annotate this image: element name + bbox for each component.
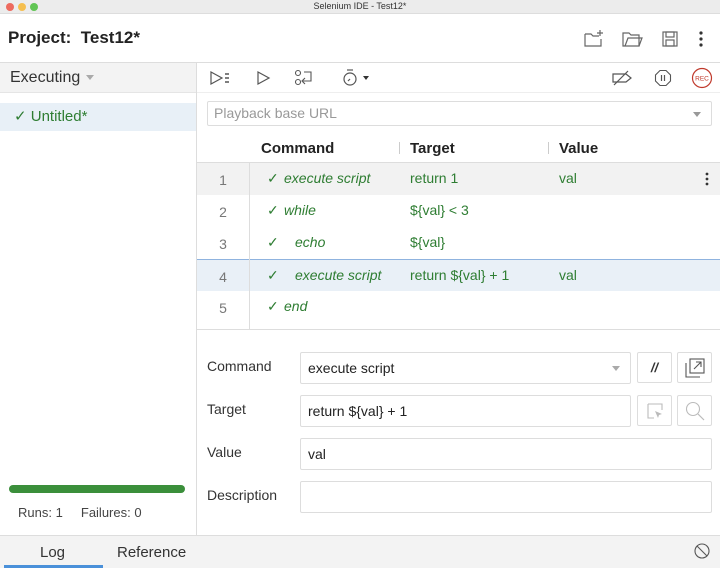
column-divider[interactable] <box>399 142 400 154</box>
comment-toggle-button[interactable]: // <box>637 352 672 383</box>
check-icon: ✓ <box>267 202 279 218</box>
run-current-test-icon[interactable] <box>253 67 273 89</box>
dropdown-label: Executing <box>10 69 81 86</box>
test-sidebar: Executing ✓ Untitled* Runs: 1 Failures: … <box>0 63 197 535</box>
column-header-command: Command <box>261 140 335 157</box>
record-button[interactable]: REC <box>691 67 713 89</box>
playback-base-url-input[interactable]: Playback base URL <box>207 101 712 126</box>
row-number: 3 <box>219 236 227 252</box>
row-number: 1 <box>219 172 227 188</box>
minimize-window-button[interactable] <box>18 3 26 11</box>
run-stats: Runs: 1 Failures: 0 <box>18 505 142 520</box>
row-target: return ${val} + 1 <box>410 267 510 283</box>
row-more-options-icon[interactable] <box>704 171 710 190</box>
table-row-selected[interactable]: 4 ✓ execute script return ${val} + 1 val <box>197 259 720 291</box>
test-filter-dropdown[interactable]: Executing <box>0 63 196 93</box>
tab-reference[interactable]: Reference <box>117 544 186 561</box>
value-label: Value <box>207 444 242 460</box>
test-item-untitled[interactable]: ✓ Untitled* <box>0 103 196 131</box>
tab-log[interactable]: Log <box>40 544 65 561</box>
target-value: return ${val} + 1 <box>308 403 408 419</box>
project-header: Project: Test12* <box>0 14 720 63</box>
row-command: end <box>284 298 308 314</box>
table-row[interactable]: 2 ✓ while ${val} < 3 <box>197 195 720 227</box>
open-project-icon[interactable] <box>620 27 644 51</box>
target-input[interactable]: return ${val} + 1 <box>300 395 631 427</box>
row-command: execute script <box>295 267 382 283</box>
description-label: Description <box>207 487 278 503</box>
save-project-icon[interactable] <box>658 27 682 51</box>
check-icon: ✓ <box>267 170 279 186</box>
bottom-panel: Log Reference <box>0 535 720 568</box>
test-editor-panel: REC Playback base URL Command Target Val… <box>197 63 720 535</box>
chevron-down-icon[interactable] <box>693 112 701 117</box>
row-number: 2 <box>219 204 227 220</box>
command-value: execute script <box>308 360 395 376</box>
command-editor: Command execute script // Target return … <box>197 331 720 535</box>
row-target: return 1 <box>410 170 459 186</box>
more-options-icon[interactable] <box>689 27 713 51</box>
new-project-icon[interactable] <box>582 27 606 51</box>
failures-count: Failures: 0 <box>80 505 142 520</box>
comment-label: // <box>650 360 659 375</box>
window-titlebar: Selenium IDE - Test12* <box>0 0 720 14</box>
playback-toolbar: REC <box>197 63 720 93</box>
row-number-gutter <box>249 163 250 330</box>
close-window-button[interactable] <box>6 3 14 11</box>
check-icon: ✓ <box>267 234 279 250</box>
command-table-body: 1 ✓ execute script return 1 val 2 ✓ whil… <box>197 163 720 330</box>
project-title: Project: Test12* <box>8 28 140 48</box>
column-header-target: Target <box>410 140 455 157</box>
row-value: val <box>559 267 577 283</box>
row-number: 4 <box>219 269 227 285</box>
step-over-icon[interactable] <box>293 67 315 89</box>
check-icon: ✓ <box>14 108 27 125</box>
find-target-icon[interactable] <box>677 395 712 426</box>
command-label: Command <box>207 358 272 374</box>
command-select[interactable]: execute script <box>300 352 631 384</box>
check-icon: ✓ <box>267 267 279 283</box>
target-label: Target <box>207 401 246 417</box>
column-divider[interactable] <box>548 142 549 154</box>
disable-breakpoints-icon[interactable] <box>609 67 635 89</box>
pause-on-exceptions-icon[interactable] <box>653 67 673 89</box>
row-target: ${val} < 3 <box>410 202 469 218</box>
open-reference-icon[interactable] <box>677 352 712 383</box>
run-all-tests-icon[interactable] <box>209 67 233 89</box>
description-input[interactable] <box>300 481 712 513</box>
command-table-header: Command Target Value <box>197 135 720 163</box>
row-command: echo <box>295 234 326 250</box>
table-row[interactable]: 3 ✓ echo ${val} <box>197 227 720 259</box>
project-label: Project: <box>8 28 72 47</box>
row-number: 5 <box>219 300 227 316</box>
chevron-down-icon <box>86 75 95 81</box>
row-target: ${val} <box>410 234 446 250</box>
rec-label: REC <box>695 76 709 83</box>
table-row[interactable]: 5 ✓ end <box>197 291 720 323</box>
value-input[interactable]: val <box>300 438 712 470</box>
check-icon: ✓ <box>267 298 279 314</box>
clear-log-icon[interactable] <box>693 542 711 565</box>
select-target-icon[interactable] <box>637 395 672 426</box>
url-placeholder: Playback base URL <box>214 105 337 121</box>
window-title: Selenium IDE - Test12* <box>313 1 407 11</box>
project-name[interactable]: Test12* <box>81 28 140 47</box>
row-command: execute script <box>284 170 371 186</box>
maximize-window-button[interactable] <box>30 3 38 11</box>
row-value: val <box>559 170 577 186</box>
table-row[interactable]: 1 ✓ execute script return 1 val <box>197 163 720 195</box>
row-command: while <box>284 202 316 218</box>
test-name: Untitled* <box>30 108 88 125</box>
test-progress-bar <box>9 485 185 493</box>
runs-count: Runs: 1 <box>18 505 63 520</box>
chevron-down-icon[interactable] <box>612 366 620 371</box>
speed-timer-icon[interactable] <box>341 67 373 89</box>
value-value: val <box>308 446 326 462</box>
column-header-value: Value <box>559 140 599 157</box>
